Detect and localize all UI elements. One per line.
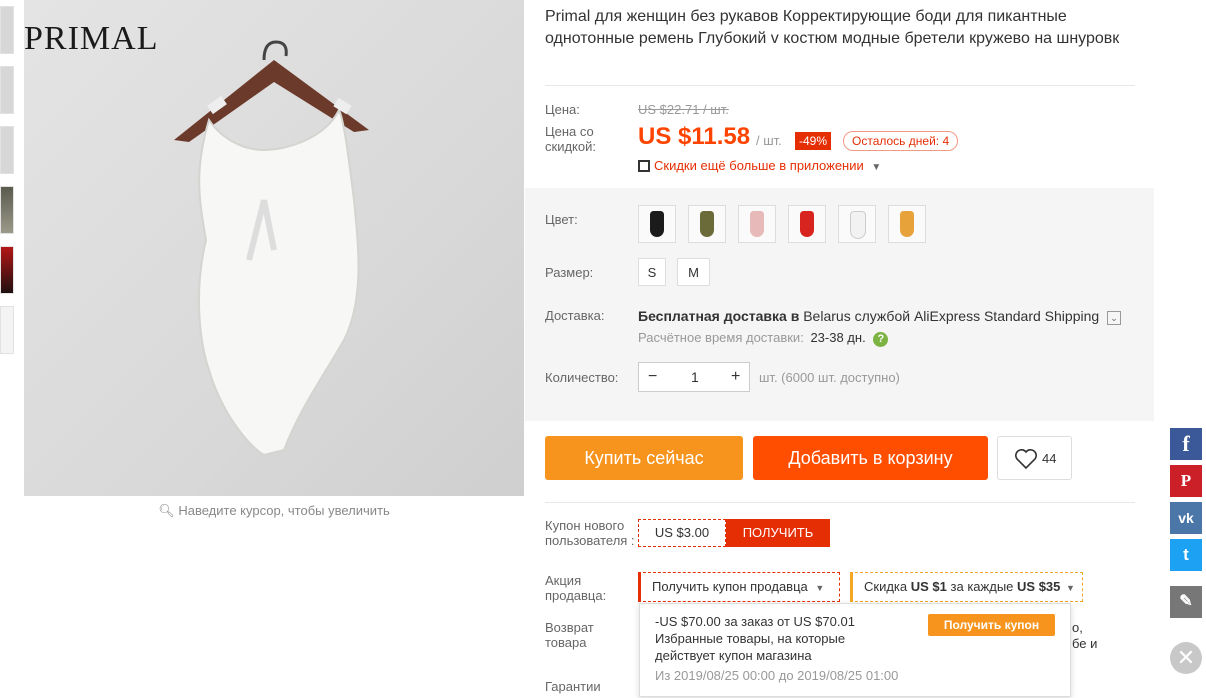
popup-line: -US $70.00 за заказ от US $70.01 <box>655 614 855 629</box>
discount-badge: -49% <box>795 132 832 150</box>
shipping-info: Бесплатная доставка в Belarus службой Al… <box>638 308 1122 325</box>
swatch-color-chip <box>700 211 714 237</box>
old-price: US $22.71 / шт. <box>638 102 729 117</box>
price-unit: / шт. <box>756 133 782 148</box>
thumbnail-4[interactable] <box>0 186 14 234</box>
chevron-down-icon: ▼ <box>1066 583 1075 593</box>
divider <box>545 502 1135 503</box>
buy-now-button[interactable]: Купить сейчас <box>545 436 743 480</box>
product-title: Primal для женщин без рукавов Корректиру… <box>545 8 1120 47</box>
quantity-label: Количество: <box>545 370 619 385</box>
magnifier-icon: 🔍︎ <box>158 503 175 518</box>
current-price: US $11.58 <box>638 123 751 150</box>
color-label: Цвет: <box>545 212 578 227</box>
thumbnail-1[interactable] <box>0 6 14 54</box>
get-seller-coupon-button[interactable]: Получить купон <box>928 614 1055 636</box>
seller-discount-dropdown[interactable]: Скидка US $1 за каждые US $35 ▼ <box>850 572 1083 602</box>
brand-logo: PRIMAL <box>24 20 159 57</box>
bodysuit-illustration <box>174 40 369 457</box>
thumbnail-6[interactable] <box>0 306 14 354</box>
heart-icon <box>1015 449 1037 470</box>
coupon-popup: -US $70.00 за заказ от US $70.01 Избранн… <box>639 603 1071 697</box>
days-left-badge: Осталось дней: 4 <box>843 131 959 151</box>
color-swatch[interactable] <box>738 205 776 243</box>
thumbnail-3[interactable] <box>0 126 14 174</box>
size-option[interactable]: S <box>638 258 666 286</box>
swatch-color-chip <box>900 211 914 237</box>
popup-line: Избранные товары, на которые <box>655 631 846 646</box>
new-user-coupon-label: Купон нового пользователя : <box>545 518 635 548</box>
price-label: Цена: <box>545 102 580 117</box>
swatch-color-chip <box>850 211 866 239</box>
thumbnail-2[interactable] <box>0 66 14 114</box>
return-text-fragment: о, <box>1072 620 1083 635</box>
swatch-color-chip <box>650 211 664 237</box>
delivery-estimate: Расчётное время доставки: 23-38 дн. ? <box>638 330 889 347</box>
edit-icon[interactable]: ✎ <box>1170 586 1202 618</box>
color-swatch[interactable] <box>638 205 676 243</box>
color-swatch[interactable] <box>888 205 926 243</box>
add-to-cart-button[interactable]: Добавить в корзину <box>753 436 988 480</box>
app-promo-link[interactable]: Скидки ещё больше в приложении ▼ <box>638 158 881 173</box>
wishlist-count: 44 <box>1042 451 1057 466</box>
facebook-icon[interactable]: f <box>1170 428 1202 460</box>
thumbnail-5[interactable] <box>0 246 14 294</box>
twitter-icon[interactable]: t <box>1170 539 1202 571</box>
size-option[interactable]: M <box>677 258 710 286</box>
wishlist-button[interactable]: 44 <box>997 436 1072 480</box>
quantity-stepper: − 1 + <box>638 362 750 392</box>
zoom-hint-text: Наведите курсор, чтобы увеличить <box>178 503 390 518</box>
pinterest-icon[interactable]: P <box>1170 465 1202 497</box>
chevron-down-icon: ▼ <box>815 583 825 593</box>
product-main-image[interactable] <box>24 0 524 496</box>
guarantee-label: Гарантии <box>545 679 601 694</box>
get-coupon-button[interactable]: ПОЛУЧИТЬ <box>726 519 830 547</box>
minus-icon[interactable]: − <box>648 363 657 391</box>
qr-code-icon <box>638 160 650 172</box>
popup-line: действует купон магазина <box>655 648 812 663</box>
seller-coupon-dropdown[interactable]: Получить купон продавца ▼ <box>638 572 840 602</box>
chevron-down-icon: ▼ <box>871 162 882 173</box>
divider <box>545 85 1135 86</box>
new-user-coupon-amount: US $3.00 <box>638 519 726 547</box>
return-text-fragment: бе и <box>1072 636 1098 651</box>
seller-promo-label: Акция продавца: <box>545 573 607 603</box>
color-swatch[interactable] <box>788 205 826 243</box>
swatch-color-chip <box>750 211 764 237</box>
quantity-available: шт. (6000 шт. доступно) <box>759 370 900 385</box>
help-icon[interactable]: ? <box>873 332 889 347</box>
discount-price-label: Цена со скидкой: <box>545 124 596 154</box>
color-swatch[interactable] <box>688 205 726 243</box>
popup-dates: Из 2019/08/25 00:00 до 2019/08/25 01:00 <box>655 668 899 683</box>
shipping-label: Доставка: <box>545 308 605 323</box>
shipping-dropdown-icon[interactable]: ⌄ <box>1107 311 1122 325</box>
color-swatch[interactable] <box>838 205 876 243</box>
vk-icon[interactable]: vk <box>1170 502 1202 534</box>
swatch-color-chip <box>800 211 814 237</box>
return-label: Возврат товара <box>545 620 594 650</box>
zoom-hint: 🔍︎ Наведите курсор, чтобы увеличить <box>24 503 524 519</box>
plus-icon[interactable]: + <box>731 363 740 391</box>
size-label: Размер: <box>545 265 594 280</box>
quantity-input[interactable]: 1 <box>691 363 699 391</box>
close-icon[interactable]: ✕ <box>1170 642 1202 674</box>
